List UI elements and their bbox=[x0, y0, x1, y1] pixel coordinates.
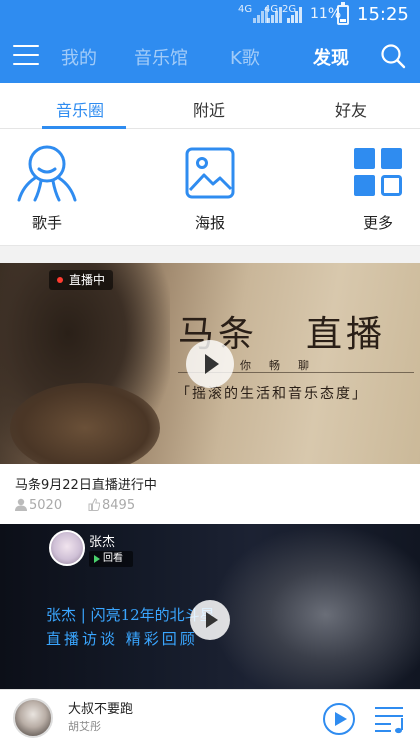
streamer-chip[interactable]: 张杰 回看 bbox=[49, 530, 145, 568]
clock: 15:25 bbox=[357, 4, 409, 25]
mini-player: 大叔不要跑 胡艾彤 bbox=[0, 689, 420, 747]
status-bar: 4G 4G 2G 11% 15:25 bbox=[0, 0, 420, 30]
play-pause-button[interactable] bbox=[323, 703, 355, 735]
tab-music-hall[interactable]: 音乐馆 bbox=[134, 44, 188, 70]
sub-tab-bar: 音乐圈 附近 好友 bbox=[0, 83, 420, 129]
views-count: 5020 bbox=[29, 498, 63, 513]
singer-icon bbox=[17, 145, 77, 202]
live-card-1-title[interactable]: 马条9月22日直播进行中 bbox=[15, 474, 157, 493]
playlist-icon[interactable] bbox=[373, 704, 407, 734]
guitar-shape bbox=[10, 383, 160, 464]
subtab-indicator bbox=[42, 126, 126, 129]
category-label: 海报 bbox=[194, 214, 225, 232]
play-button[interactable] bbox=[186, 340, 234, 388]
poster-subtitle: 你畅聊 bbox=[240, 359, 327, 372]
category-label: 更多 bbox=[362, 214, 393, 232]
tab-mine[interactable]: 我的 bbox=[61, 44, 97, 70]
main-nav: 我的 音乐馆 K歌 发现 bbox=[0, 30, 420, 83]
thumbs-up-icon bbox=[88, 498, 101, 511]
hamburger-menu-icon[interactable] bbox=[13, 44, 39, 66]
replay-badge: 回看 bbox=[89, 551, 133, 567]
play-button[interactable] bbox=[190, 600, 230, 640]
poster-title-live: 直播 bbox=[306, 314, 387, 355]
live-badge-label: 直播中 bbox=[69, 273, 106, 287]
top-app-bar: 4G 4G 2G 11% 15:25 我的 音乐馆 K歌 发现 bbox=[0, 0, 420, 83]
category-label: 歌手 bbox=[31, 214, 62, 232]
signal-label-1: 4G bbox=[238, 4, 253, 15]
avatar bbox=[49, 530, 85, 566]
category-poster[interactable]: 海报 bbox=[170, 142, 250, 233]
battery-icon bbox=[337, 2, 349, 25]
signal-bars-icon bbox=[287, 7, 302, 23]
tab-discover[interactable]: 发现 bbox=[313, 44, 349, 70]
subtab-music-circle[interactable]: 音乐圈 bbox=[56, 97, 104, 121]
section-divider bbox=[0, 245, 420, 263]
subtab-nearby[interactable]: 附近 bbox=[193, 97, 225, 121]
person-icon bbox=[15, 498, 27, 511]
likes-count: 8495 bbox=[102, 498, 136, 513]
poster-image-icon bbox=[185, 147, 235, 199]
live-badge: 直播中 bbox=[49, 270, 114, 290]
category-singer[interactable]: 歌手 bbox=[7, 142, 87, 233]
song-title[interactable]: 大叔不要跑 bbox=[68, 698, 133, 717]
live-dot-icon bbox=[57, 277, 63, 283]
grid-more-icon bbox=[354, 148, 402, 196]
tab-karaoke[interactable]: K歌 bbox=[230, 44, 260, 70]
views-stat: 5020 bbox=[15, 498, 62, 513]
streamer-name: 张杰 bbox=[89, 535, 116, 550]
search-icon[interactable] bbox=[380, 43, 406, 69]
subtab-friends[interactable]: 好友 bbox=[335, 97, 367, 121]
category-row: 歌手 海报 更多 bbox=[0, 130, 420, 245]
likes-stat: 8495 bbox=[88, 498, 135, 513]
singer-photo bbox=[210, 524, 420, 689]
album-cover[interactable] bbox=[13, 698, 53, 738]
live-card-2-subline: 直播访谈 精彩回顾 bbox=[46, 630, 198, 648]
artist-name[interactable]: 胡艾彤 bbox=[68, 718, 101, 734]
category-more[interactable]: 更多 bbox=[338, 142, 418, 233]
